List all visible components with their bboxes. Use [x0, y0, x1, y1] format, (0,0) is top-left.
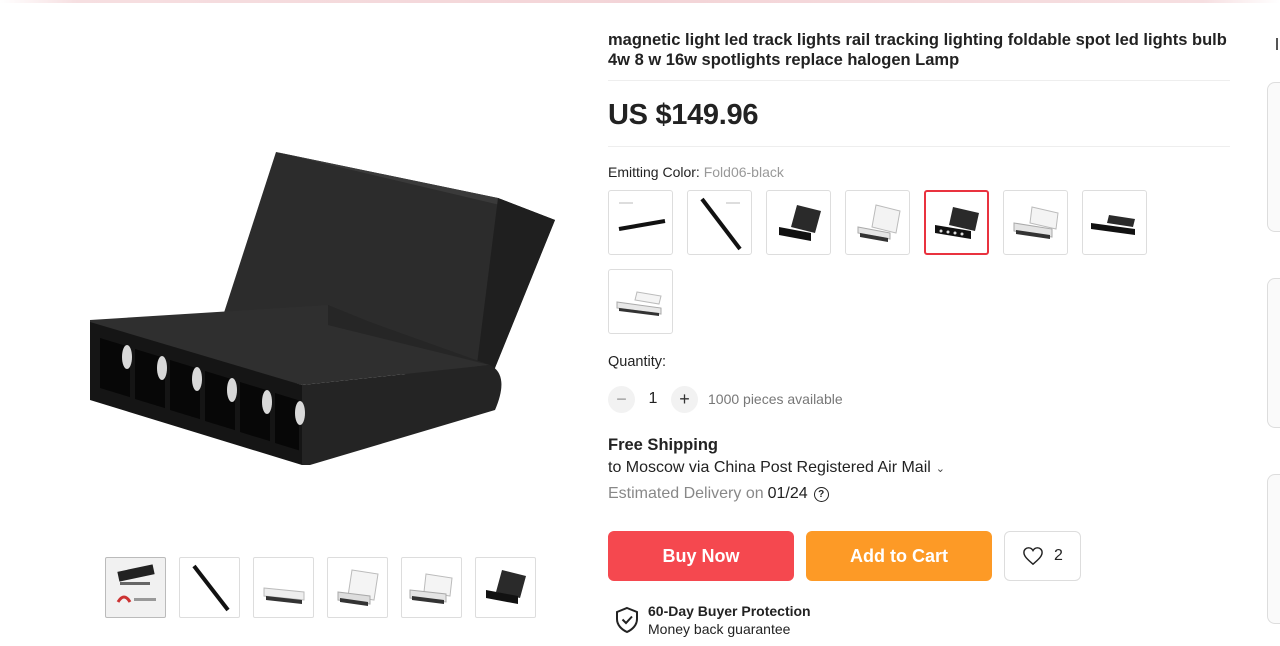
quantity-label: Quantity: — [608, 354, 667, 370]
wishlist-count: 2 — [1054, 547, 1063, 564]
wishlist-button[interactable]: 2 — [1004, 531, 1081, 581]
black-foldable-thumbnail — [485, 569, 526, 604]
purchase-actions: Buy Now Add to Cart 2 — [608, 531, 1230, 581]
delivery-estimate: Estimated Delivery on 01/24 ? — [608, 485, 1230, 503]
protection-title: 60-Day Buyer Protection — [648, 603, 811, 619]
shipping-method-selector[interactable]: to Moscow via China Post Registered Air … — [608, 459, 1230, 477]
chevron-down-icon: ⌄ — [935, 462, 946, 475]
top-accent-line — [0, 0, 1280, 3]
help-icon[interactable]: ? — [813, 486, 829, 502]
thumbnail-3[interactable] — [253, 557, 314, 618]
rail-light-thumbnail — [191, 564, 230, 611]
thumbnail-6[interactable] — [475, 557, 536, 618]
side-card-2[interactable] — [1267, 278, 1280, 428]
main-product-image[interactable] — [70, 110, 580, 510]
product-info: magnetic light led track lights rail tra… — [608, 30, 1230, 637]
product-price: US $149.96 — [608, 99, 759, 131]
quantity-increase-button[interactable]: + — [671, 385, 698, 413]
product-title: magnetic light led track lights rail tra… — [608, 30, 1230, 81]
buy-now-button[interactable]: Buy Now — [608, 531, 794, 581]
thumbnail-strip — [105, 557, 536, 618]
shield-check-icon — [616, 606, 638, 634]
variant-swatches — [608, 190, 1168, 334]
white-angled-thumbnail — [337, 568, 379, 606]
buyer-protection: 60-Day Buyer Protection Money back guara… — [608, 603, 1230, 637]
white-foldable-thumbnail — [263, 586, 304, 604]
variant-swatch-4[interactable] — [845, 190, 910, 255]
side-card-1[interactable] — [1267, 82, 1280, 232]
quantity-value[interactable]: 1 — [635, 390, 671, 408]
black-folded-spot-icon — [934, 206, 979, 239]
white-angled-spot-icon — [857, 203, 901, 242]
diagonal-rail-light-icon — [699, 197, 742, 250]
heart-icon — [1023, 547, 1043, 566]
white-folded-spot-icon — [1013, 205, 1059, 239]
variant-label-row: Emitting Color: Fold06-black — [608, 164, 1230, 180]
variant-swatch-8[interactable] — [608, 269, 673, 334]
variant-swatch-1[interactable] — [608, 190, 673, 255]
white-flat-spot-icon — [616, 290, 662, 316]
thumbnail-5[interactable] — [401, 557, 462, 618]
long-rail-light-icon — [618, 202, 665, 231]
quantity-available: 1000 pieces available — [708, 391, 843, 407]
variant-label: Emitting Color: — [608, 164, 700, 180]
add-to-cart-button[interactable]: Add to Cart — [806, 531, 992, 581]
edge-marker — [1276, 38, 1278, 50]
delivery-label: Estimated Delivery on — [608, 485, 764, 502]
side-card-3[interactable] — [1267, 474, 1280, 624]
price-divider — [608, 146, 1230, 147]
quantity-stepper: − 1 + 1000 pieces available — [608, 385, 1230, 413]
variant-swatch-7[interactable] — [1082, 190, 1147, 255]
white-folded-thumbnail — [409, 572, 453, 604]
variant-swatch-5-selected[interactable] — [924, 190, 989, 255]
shipping-route: to Moscow via China Post Registered Air … — [608, 459, 931, 476]
thumbnail-4[interactable] — [327, 557, 388, 618]
thumbnail-1[interactable] — [105, 557, 166, 618]
protection-subtitle: Money back guarantee — [648, 621, 791, 637]
variant-swatch-3[interactable] — [766, 190, 831, 255]
black-angled-spot-icon — [778, 204, 821, 241]
delivery-date: 01/24 — [767, 485, 808, 502]
shipping-title: Free Shipping — [608, 436, 719, 454]
thumbnail-2[interactable] — [179, 557, 240, 618]
black-flat-spot-icon — [1090, 214, 1135, 235]
variant-swatch-6[interactable] — [1003, 190, 1068, 255]
quantity-decrease-button[interactable]: − — [608, 385, 635, 413]
variant-selected-value: Fold06-black — [703, 164, 784, 180]
variant-swatch-2[interactable] — [687, 190, 752, 255]
magnet-spotlight-thumbnail — [116, 563, 156, 603]
foldable-spotlight-image — [90, 152, 555, 465]
